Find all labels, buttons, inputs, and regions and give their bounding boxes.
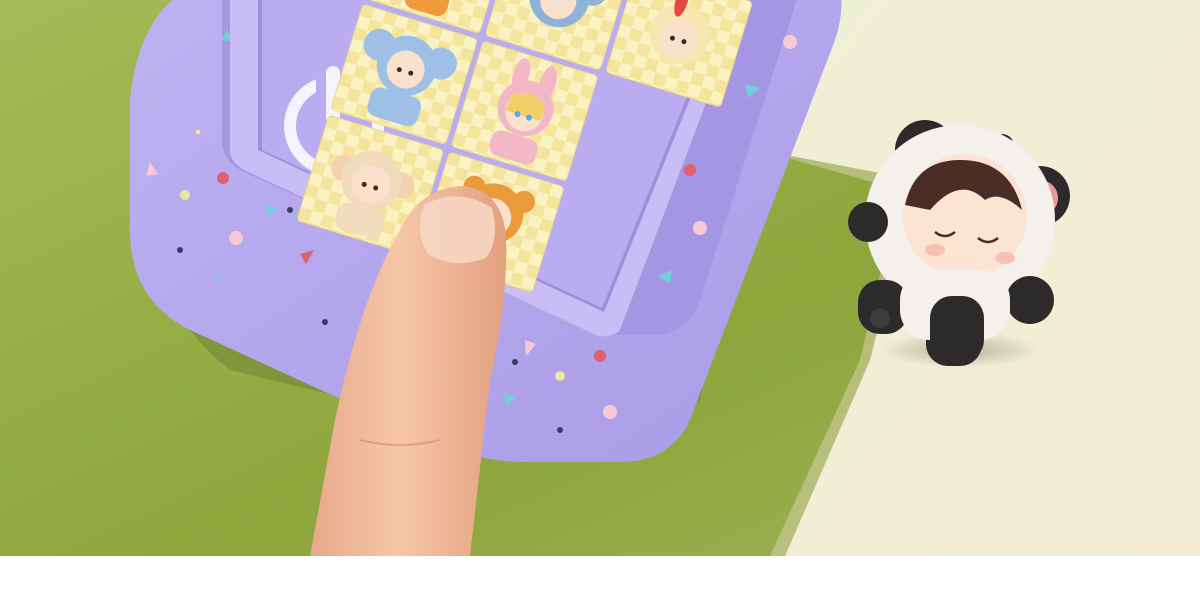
bottom-whitespace xyxy=(0,556,1200,595)
product-photo xyxy=(0,0,1200,556)
